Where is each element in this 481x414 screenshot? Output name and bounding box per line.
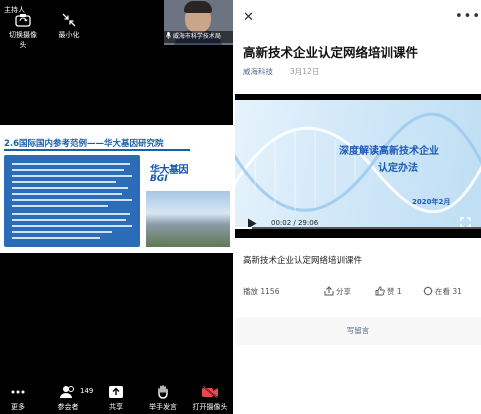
screen: 主持人 切换摄像头 最小化 威海市科学技术局 2.6国际国内参考范例——华大基因… bbox=[0, 0, 481, 414]
more-dots-icon bbox=[11, 390, 25, 394]
participants-icon bbox=[60, 386, 74, 398]
meeting-bottom-toolbar: 更多 参会者 149 共享 举手发言 打开摄像头 bbox=[0, 381, 233, 414]
share-screen-button[interactable]: 共享 bbox=[104, 385, 128, 412]
slide-text-box bbox=[4, 155, 140, 247]
participants-button[interactable]: 参会者 149 bbox=[50, 385, 93, 412]
account-name-link[interactable]: 威海科技 bbox=[243, 66, 273, 77]
slide-title: 2.6国际国内参考范例——华大基因研究院 bbox=[4, 139, 164, 149]
camera-switch-icon bbox=[15, 14, 31, 27]
video-title-line1: 深度解读高新技术企业 bbox=[339, 146, 439, 157]
more-dots-icon[interactable]: ••• bbox=[455, 9, 481, 24]
video-date-text: 2020年2月 bbox=[412, 198, 451, 206]
views-count: 播放 1156 bbox=[243, 287, 280, 296]
more-label: 更多 bbox=[11, 403, 25, 411]
close-icon[interactable]: ✕ bbox=[243, 10, 254, 25]
more-button[interactable]: 更多 bbox=[4, 385, 32, 412]
share-screen-icon bbox=[109, 386, 123, 398]
self-video-name: 威海市科学技术局 bbox=[164, 31, 233, 43]
participants-label: 参会者 bbox=[57, 403, 79, 411]
article-date: 3月12日 bbox=[290, 67, 320, 76]
minimize-button[interactable]: 最小化 bbox=[56, 13, 82, 40]
raise-hand-button[interactable]: 举手发言 bbox=[146, 385, 180, 412]
turn-on-camera-button[interactable]: 打开摄像头 bbox=[188, 385, 232, 412]
shared-slide: 2.6国际国内参考范例——华大基因研究院 华大基因 BGI bbox=[0, 125, 233, 253]
like-button[interactable]: 赞 1 bbox=[375, 286, 402, 297]
minimize-icon bbox=[62, 13, 76, 27]
slide-divider bbox=[4, 149, 190, 151]
article-title: 高新技术企业认定网络培训课件 bbox=[243, 45, 419, 60]
camera-off-icon bbox=[202, 385, 218, 399]
video-player[interactable]: 深度解读高新技术企业 认定办法 2020年2月 00:02 / 29:06 bbox=[235, 94, 481, 238]
building-photo bbox=[146, 191, 230, 247]
watching-icon bbox=[423, 286, 433, 296]
microphone-icon bbox=[166, 32, 171, 39]
share-button[interactable]: 分享 bbox=[324, 286, 351, 297]
video-title-line2: 认定办法 bbox=[378, 163, 418, 174]
bgi-logo: 华大基因 BGI bbox=[150, 165, 189, 184]
video-progress-fill bbox=[235, 227, 253, 229]
switch-camera-button[interactable]: 切换摄像头 bbox=[6, 13, 40, 50]
share-icon bbox=[324, 286, 334, 296]
raise-hand-icon bbox=[158, 385, 168, 399]
thumbs-up-icon bbox=[375, 286, 385, 296]
meeting-panel: 主持人 切换摄像头 最小化 威海市科学技术局 2.6国际国内参考范例——华大基因… bbox=[0, 0, 233, 414]
turn-on-camera-label: 打开摄像头 bbox=[192, 403, 228, 411]
article-panel: ✕ ••• 高新技术企业认定网络培训课件 威海科技 3月12日 深度解读高新技术… bbox=[235, 0, 481, 414]
watching-button[interactable]: 在看 31 bbox=[423, 286, 462, 297]
video-caption: 高新技术企业认定网络培训课件 bbox=[243, 256, 363, 266]
write-comment-button[interactable]: 写留言 bbox=[235, 317, 481, 345]
raise-hand-label: 举手发言 bbox=[149, 403, 177, 411]
switch-camera-label: 切换摄像头 bbox=[9, 31, 37, 49]
video-progress-bar[interactable] bbox=[235, 227, 481, 229]
minimize-label: 最小化 bbox=[58, 31, 80, 39]
write-comment-label: 写留言 bbox=[346, 326, 370, 335]
participants-count: 149 bbox=[80, 387, 94, 395]
video-time: 00:02 / 29:06 bbox=[271, 219, 319, 227]
share-screen-label: 共享 bbox=[109, 403, 123, 411]
article-stats: 播放 1156 分享 赞 1 在看 31 bbox=[243, 286, 481, 300]
